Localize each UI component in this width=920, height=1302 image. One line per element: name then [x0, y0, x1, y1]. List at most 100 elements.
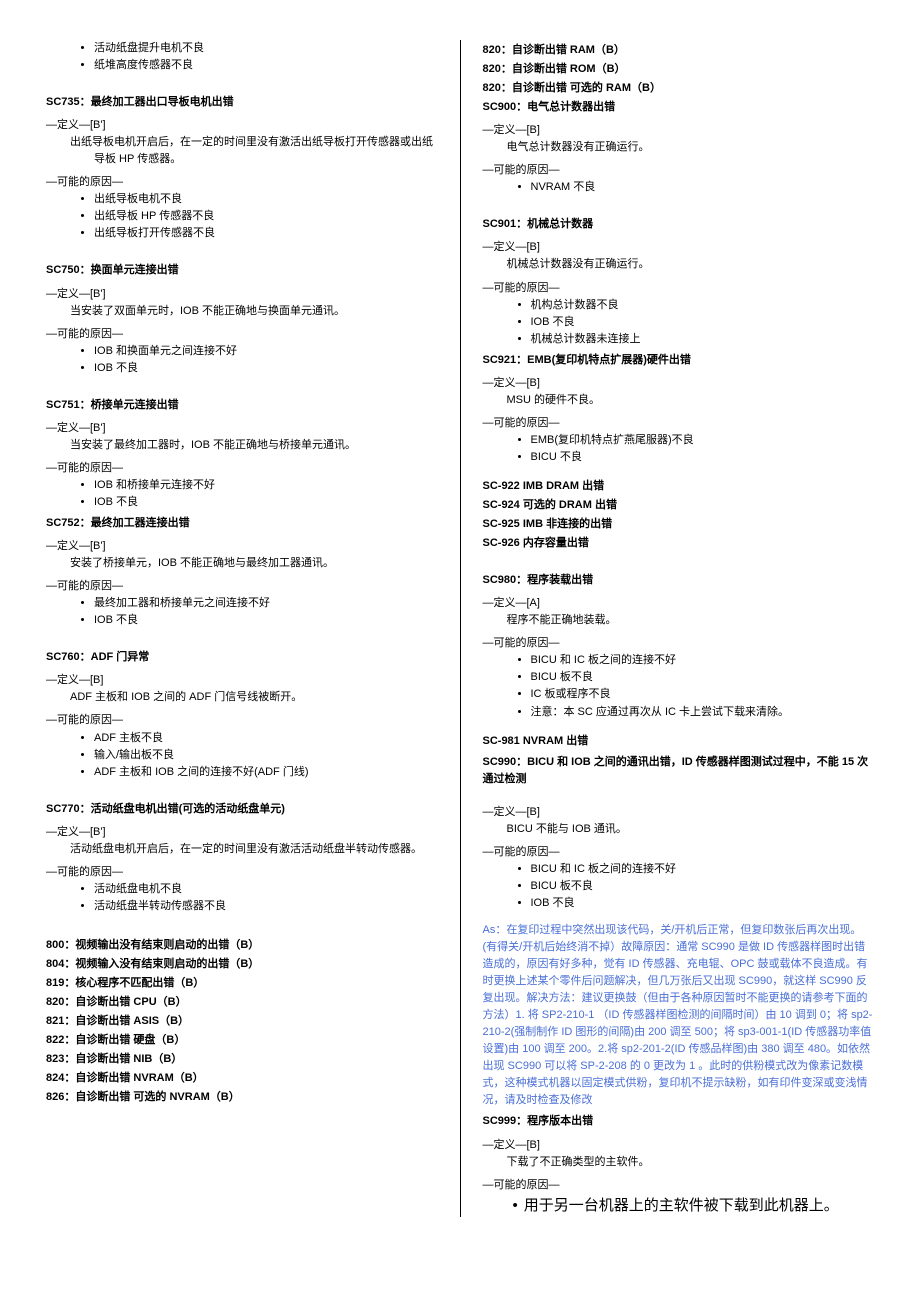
top-bullets: 活动纸盘提升电机不良 纸堆高度传感器不良: [94, 40, 438, 74]
code-line: 804：视频输入没有结束则启动的出错（B）: [46, 956, 438, 973]
code-line: SC-922 IMB DRAM 出错: [483, 478, 875, 495]
def-text: BICU 不能与 IOB 通讯。: [483, 821, 875, 838]
sc980-head: SC980：程序装载出错: [483, 572, 875, 589]
list-item: 最终加工器和桥接单元之间连接不好: [94, 595, 438, 612]
def-label: —定义—[B]: [483, 375, 875, 392]
cause-label: —可能的原因—: [483, 162, 875, 179]
sc770-head: SC770：活动纸盘电机出错(可选的活动纸盘单元): [46, 801, 438, 818]
left-column: 活动纸盘提升电机不良 纸堆高度传感器不良 SC735：最终加工器出口导板电机出错…: [24, 40, 461, 1217]
sc735-causes: 出纸导板电机不良 出纸导板 HP 传感器不良 出纸导板打开传感器不良: [94, 191, 438, 242]
def-text: 电气总计数器没有正确运行。: [483, 139, 875, 156]
sc751-causes: IOB 和桥接单元连接不好 IOB 不良: [94, 477, 438, 511]
def-label: —定义—[B']: [46, 420, 438, 437]
def-label: —定义—[A]: [483, 595, 875, 612]
sc999-head: SC999：程序版本出错: [483, 1113, 875, 1130]
def-text: 安装了桥接单元，IOB 不能正确地与最终加工器通讯。: [46, 555, 438, 572]
list-item: 出纸导板电机不良: [94, 191, 438, 208]
top-820-block: 820：自诊断出错 RAM（B） 820：自诊断出错 ROM（B） 820：自诊…: [483, 42, 875, 116]
sc750-head: SC750：换面单元连接出错: [46, 262, 438, 279]
sc921-head: SC921：EMB(复印机特点扩展器)硬件出错: [483, 352, 875, 369]
list-item: BICU 和 IC 板之间的连接不好: [531, 861, 875, 878]
sc770-causes: 活动纸盘电机不良 活动纸盘半转动传感器不良: [94, 881, 438, 915]
list-item: BICU 板不良: [531, 669, 875, 686]
list-item: 机械总计数器未连接上: [531, 331, 875, 348]
code-line: 826：自诊断出错 可选的 NVRAM（B）: [46, 1089, 438, 1106]
def-label: —定义—[B]: [483, 1137, 875, 1154]
sc735-head: SC735：最终加工器出口导板电机出错: [46, 94, 438, 111]
list-item: 活动纸盘提升电机不良: [94, 40, 438, 57]
sc990-head: SC990：BICU 和 IOB 之间的通讯出错，ID 传感器样图测试过程中，不…: [483, 754, 875, 788]
def-text: 当安装了最终加工器时，IOB 不能正确地与桥接单元通讯。: [46, 437, 438, 454]
sc751-head: SC751：桥接单元连接出错: [46, 397, 438, 414]
list-item: ADF 主板不良: [94, 730, 438, 747]
def-label: —定义—[B']: [46, 286, 438, 303]
sc901-causes: 机构总计数器不良 IOB 不良 机械总计数器未连接上: [531, 297, 875, 348]
list-item: IOB 不良: [531, 895, 875, 912]
list-item: IOB 和换面单元之间连接不好: [94, 343, 438, 360]
blue-note: As：在复印过程中突然出现该代码，关/开机后正常，但复印数张后再次出现。(有得关…: [483, 922, 875, 1110]
sc922-block: SC-922 IMB DRAM 出错 SC-924 可选的 DRAM 出错 SC…: [483, 478, 875, 552]
def-text: 出纸导板电机开启后，在一定的时间里没有激活出纸导板打开传感器或出纸导板 HP 传…: [70, 134, 438, 168]
sc990-causes: BICU 和 IC 板之间的连接不好 BICU 板不良 IOB 不良: [531, 861, 875, 912]
list-item: ADF 主板和 IOB 之间的连接不好(ADF 门线): [94, 764, 438, 781]
list-item: 出纸导板 HP 传感器不良: [94, 208, 438, 225]
def-text: 下载了不正确类型的主软件。: [483, 1154, 875, 1171]
def-label: —定义—[B']: [46, 538, 438, 555]
sc901-head: SC901：机械总计数器: [483, 216, 875, 233]
cause-label: —可能的原因—: [46, 326, 438, 343]
list-item: 纸堆高度传感器不良: [94, 57, 438, 74]
def-label: —定义—[B]: [483, 239, 875, 256]
cause-label: —可能的原因—: [46, 174, 438, 191]
cause-label: —可能的原因—: [46, 864, 438, 881]
code-line: SC900：电气总计数器出错: [483, 99, 875, 116]
cause-label: —可能的原因—: [483, 635, 875, 652]
list-item: EMB(复印机特点扩燕尾服器)不良: [531, 432, 875, 449]
def-label: —定义—[B]: [46, 672, 438, 689]
sc921-causes: EMB(复印机特点扩燕尾服器)不良 BICU 不良: [531, 432, 875, 466]
code-line: 821：自诊断出错 ASIS（B）: [46, 1013, 438, 1030]
list-item: IC 板或程序不良: [531, 686, 875, 703]
def-text: 当安装了双面单元时，IOB 不能正确地与换面单元通讯。: [46, 303, 438, 320]
def-text: ADF 主板和 IOB 之间的 ADF 门信号线被断开。: [46, 689, 438, 706]
list-item: IOB 不良: [531, 314, 875, 331]
def-label: —定义—[B]: [483, 804, 875, 821]
list-item: BICU 和 IC 板之间的连接不好: [531, 652, 875, 669]
list-item: IOB 和桥接单元连接不好: [94, 477, 438, 494]
right-column: 820：自诊断出错 RAM（B） 820：自诊断出错 ROM（B） 820：自诊…: [461, 40, 897, 1217]
list-item: BICU 板不良: [531, 878, 875, 895]
list-item: NVRAM 不良: [531, 179, 875, 196]
code-line: 820：自诊断出错 CPU（B）: [46, 994, 438, 1011]
code-line: SC-926 内存容量出错: [483, 535, 875, 552]
def-text: 活动纸盘电机开启后，在一定的时间里没有激活活动纸盘半转动传感器。: [46, 841, 438, 858]
sc900-causes: NVRAM 不良: [531, 179, 875, 196]
code-line: 820：自诊断出错 可选的 RAM（B）: [483, 80, 875, 97]
list-item: IOB 不良: [94, 360, 438, 377]
code-line: 823：自诊断出错 NIB（B）: [46, 1051, 438, 1068]
code-line: 819：核心程序不匹配出错（B）: [46, 975, 438, 992]
def-text: MSU 的硬件不良。: [483, 392, 875, 409]
cause-label: —可能的原因—: [483, 280, 875, 297]
def-label: —定义—[B']: [46, 824, 438, 841]
codes-800-block: 800：视频输出没有结束则启动的出错（B） 804：视频输入没有结束则启动的出错…: [46, 937, 438, 1106]
code-line: 820：自诊断出错 RAM（B）: [483, 42, 875, 59]
list-item: 机构总计数器不良: [531, 297, 875, 314]
cause-label: —可能的原因—: [46, 460, 438, 477]
code-line: 824：自诊断出错 NVRAM（B）: [46, 1070, 438, 1087]
sc752-causes: 最终加工器和桥接单元之间连接不好 IOB 不良: [94, 595, 438, 629]
sc750-causes: IOB 和换面单元之间连接不好 IOB 不良: [94, 343, 438, 377]
sc752-head: SC752：最终加工器连接出错: [46, 515, 438, 532]
sc980-causes: BICU 和 IC 板之间的连接不好 BICU 板不良 IC 板或程序不良 注意…: [531, 652, 875, 720]
code-line: SC-924 可选的 DRAM 出错: [483, 497, 875, 514]
sc981-head: SC-981 NVRAM 出错: [483, 733, 875, 750]
cause-label: —可能的原因—: [46, 578, 438, 595]
sc999-cause-big: 用于另一台机器上的主软件被下载到此机器上。: [513, 1194, 875, 1217]
code-line: SC-925 IMB 非连接的出错: [483, 516, 875, 533]
cause-label: —可能的原因—: [483, 1177, 875, 1194]
def-label: —定义—[B']: [46, 117, 438, 134]
list-item: 出纸导板打开传感器不良: [94, 225, 438, 242]
cause-label: —可能的原因—: [46, 712, 438, 729]
cause-label: —可能的原因—: [483, 844, 875, 861]
sc760-head: SC760：ADF 门异常: [46, 649, 438, 666]
code-line: 800：视频输出没有结束则启动的出错（B）: [46, 937, 438, 954]
sc760-causes: ADF 主板不良 输入/输出板不良 ADF 主板和 IOB 之间的连接不好(AD…: [94, 730, 438, 781]
